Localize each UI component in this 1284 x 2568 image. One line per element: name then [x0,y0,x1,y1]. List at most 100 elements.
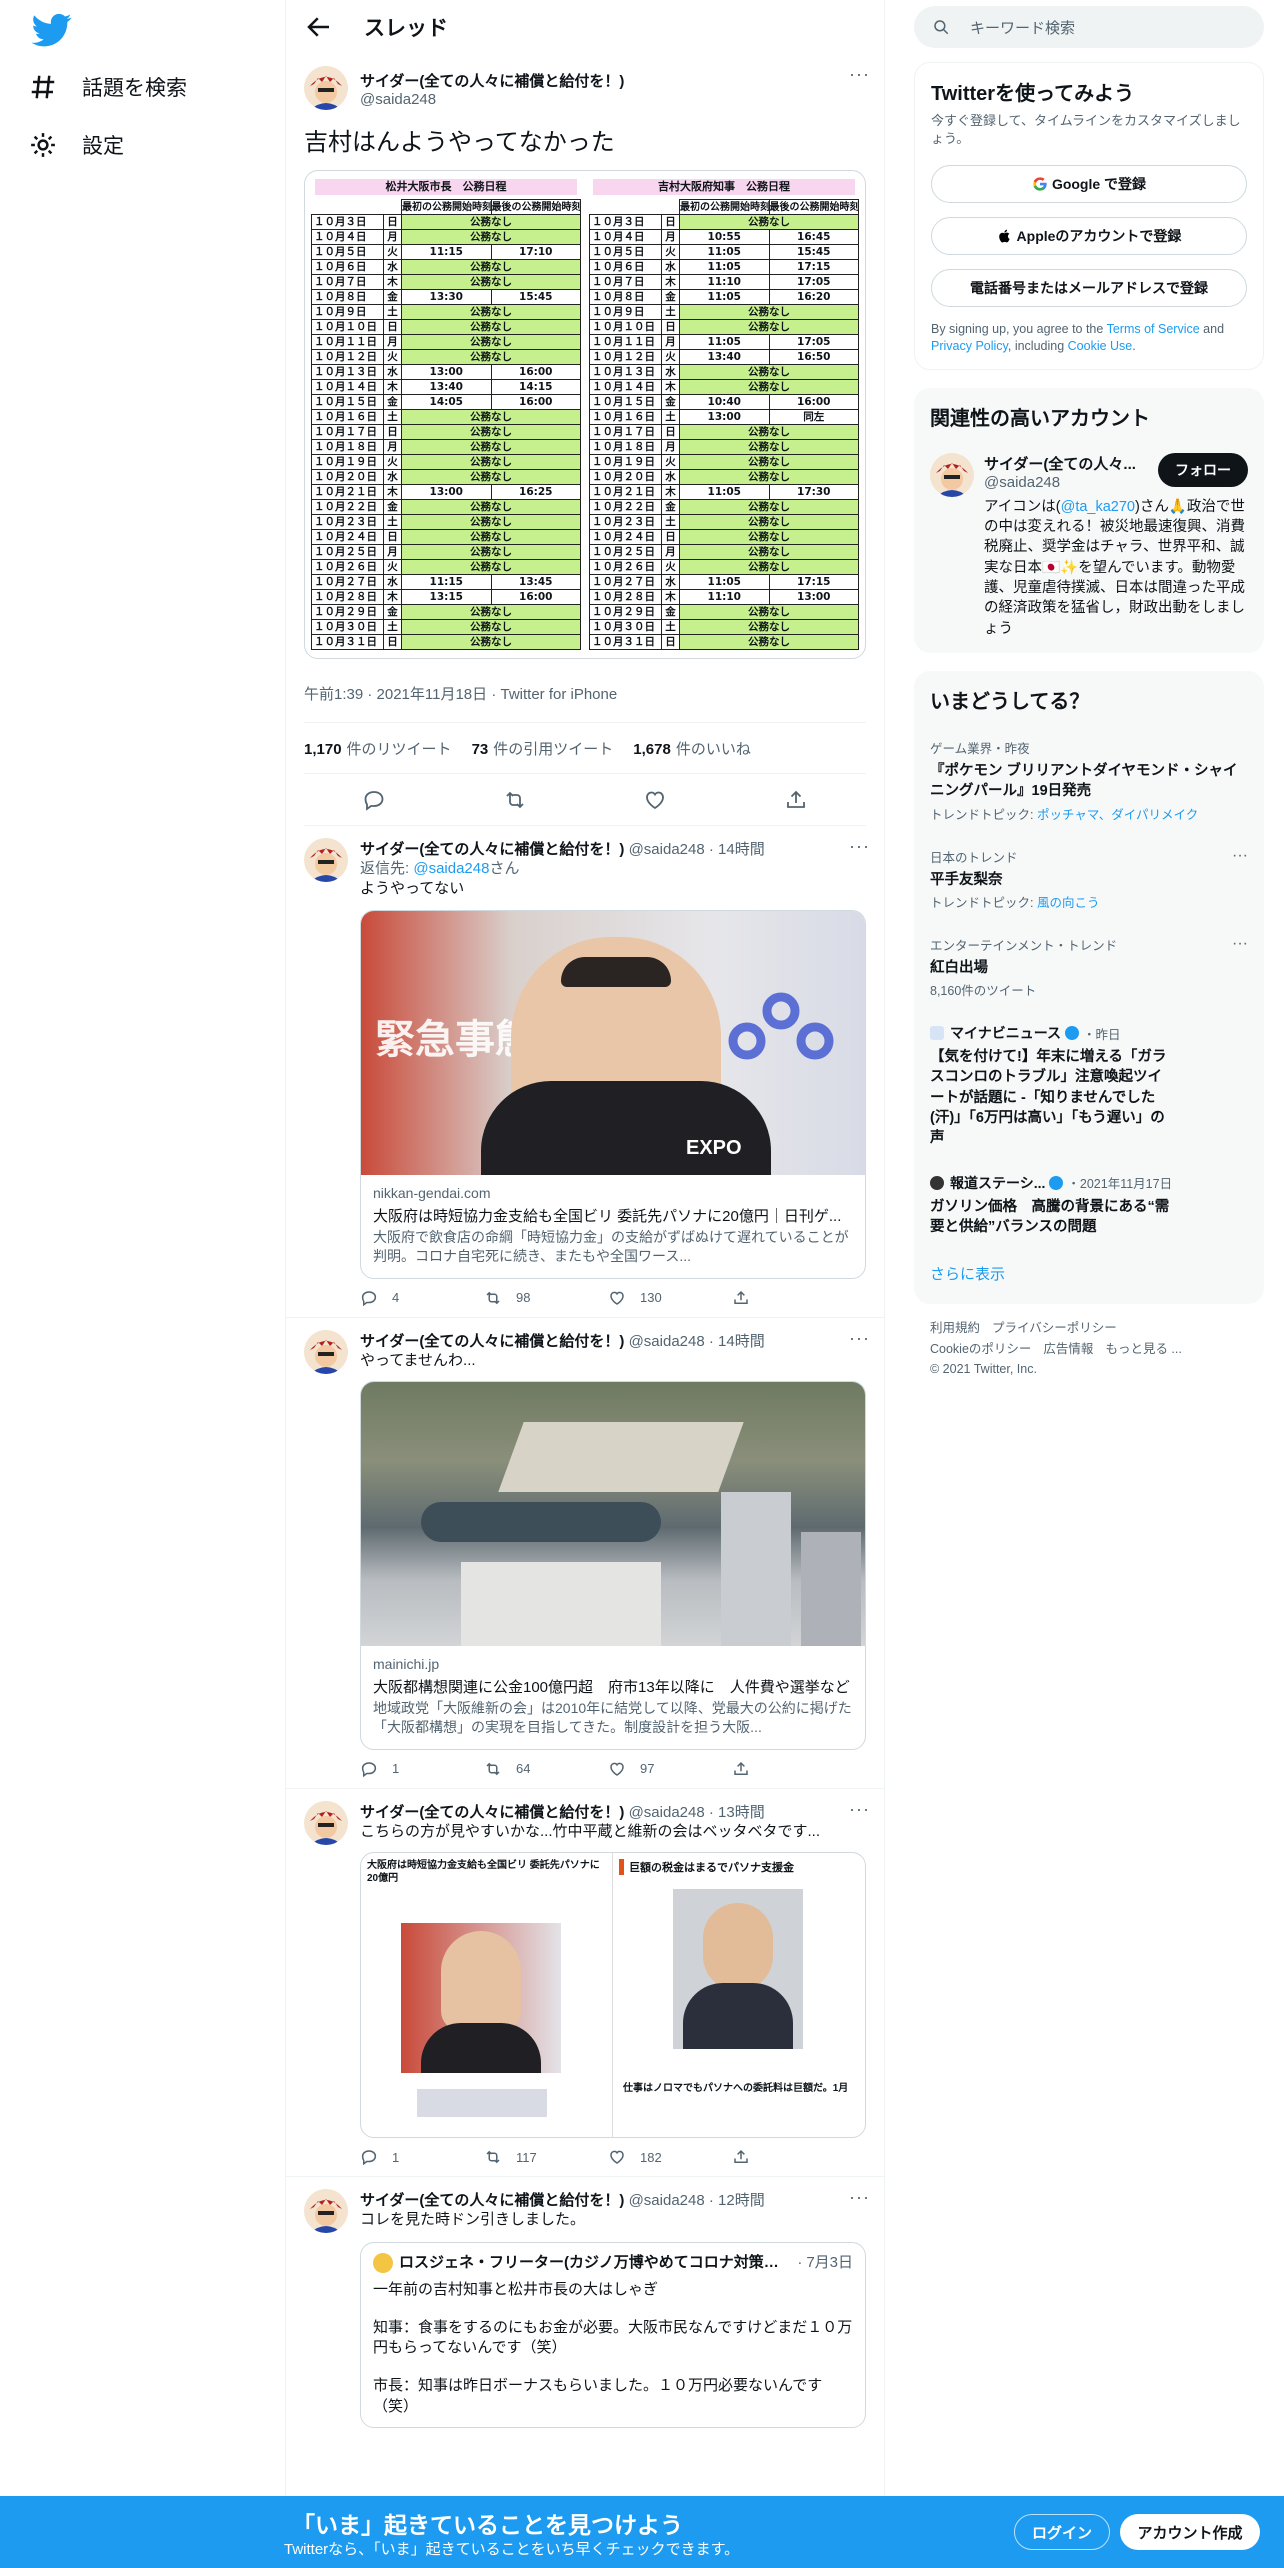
reply-button[interactable]: 4 [360,1289,484,1307]
reply-button[interactable]: 1 [360,2148,484,2166]
related-accounts-panel: 関連性の高いアカウント サイダー(全ての人々... @saida248 フォロー… [914,387,1264,653]
back-arrow-icon[interactable] [304,12,334,42]
reply-to-link[interactable]: @saida248 [413,860,489,877]
like-button[interactable]: 97 [608,1760,732,1778]
user-name[interactable]: サイダー(全ての人々に補償と給付を！) [360,2192,624,2209]
related-user-name[interactable]: サイダー(全ての人々... [984,453,1136,474]
quoted-tweet[interactable]: ロスジェネ・フリーター(カジノ万博やめてコロナ対策に... · 7月3日 一年前… [360,2242,866,2428]
quote-date[interactable]: 7月3日 [806,2253,853,2273]
privacy-link[interactable]: Privacy Policy [931,339,1008,353]
reply-icon[interactable] [362,788,386,812]
reply-tweet[interactable]: サイダー(全ての人々に補償と給付を！) @saida248 · 12時間 ···… [286,2177,884,2438]
avatar[interactable] [304,66,348,110]
avatar[interactable] [304,2189,348,2233]
related-account[interactable]: サイダー(全ての人々... @saida248 フォロー アイコンは(@ta_k… [930,452,1248,639]
share-button[interactable] [732,1760,856,1778]
user-handle[interactable]: @saida248 [629,2192,705,2209]
trend-meta-link[interactable]: 風の向こう [1037,896,1100,910]
terms-text: and [1199,322,1225,337]
like-icon[interactable] [643,788,667,812]
share-button[interactable] [732,2148,856,2166]
quote-user-name[interactable]: ロスジェネ・フリーター(カジノ万博やめてコロナ対策に... [399,2253,789,2273]
user-handle[interactable]: @saida248 [360,91,624,108]
user-name[interactable]: サイダー(全ての人々に補償と給付を！) [360,1333,624,1350]
apple-signup-button[interactable]: Appleのアカウントで登録 [931,217,1247,256]
trend-meta-link[interactable]: ポッチャマ、ダイパリメイク [1037,808,1198,822]
trend-item[interactable]: エンターテインメント・トレンド ··· 紅白出場 8,160件のツイート [930,935,1248,999]
login-button[interactable]: ログイン [1014,2514,1110,2550]
schedule-weekday: 木 [661,484,680,500]
search-input[interactable]: キーワード検索 [914,6,1264,48]
tweet-image[interactable]: 大阪府は時短協力金支給も全国ビリ 委託先パソナに20億円 巨額の税金はまるでパソ… [360,1852,866,2138]
tweet-time[interactable]: 12時間 [718,2192,765,2209]
more-options-icon[interactable]: ··· [1232,847,1248,865]
like-count[interactable]: 1,678 件のいいね [633,738,771,759]
footer-link[interactable]: Cookieのポリシー [930,1342,1031,1356]
trend-item[interactable]: ゲーム業界・昨夜 『ポケモン ブリリアントダイヤモンド・シャイニングパール』19… [930,738,1248,823]
nav-settings[interactable]: 設定 [28,120,124,170]
related-user-handle[interactable]: @saida248 [984,474,1136,491]
avatar[interactable] [304,1800,348,1845]
terms-link[interactable]: Terms of Service [1107,322,1200,336]
link-card[interactable]: mainichi.jp 大阪都構想関連に公金100億円超 府市13年以降に 人件… [360,1380,866,1750]
user-handle[interactable]: @saida248 [629,1333,705,1350]
tweet-time[interactable]: 13時間 [718,1804,765,1821]
more-options-icon[interactable]: ··· [849,2187,870,2208]
follow-button[interactable]: フォロー [1158,452,1248,487]
reply-button[interactable]: 1 [360,1760,484,1778]
show-more-link[interactable]: さらに表示 [930,1263,1248,1284]
reply-count: 1 [392,1761,400,1777]
user-handle[interactable]: @saida248 [629,841,705,858]
retweet-icon[interactable] [503,788,527,812]
link-card[interactable]: 緊急事態 EXPO nikkan-gendai.com 大阪府は時短協力金支給も… [360,909,866,1279]
footer-link[interactable]: 利用規約 [930,1321,980,1335]
schedule-row: １０月１１日月 11:05 17:05 [589,334,859,350]
schedule-image[interactable]: 松井大阪市長 公務日程 最初の公務開始時刻 最後の公務開始時刻 １０月３日日公務… [304,170,866,659]
footer-link[interactable]: 広告情報 [1043,1342,1093,1356]
nav-explore[interactable]: 話題を検索 [28,62,187,112]
google-signup-button[interactable]: Google で登録 [931,165,1247,204]
reply-tweet[interactable]: サイダー(全ての人々に補償と給付を！) @saida248 · 14時間 ···… [286,826,884,1318]
more-options-icon[interactable]: ··· [849,64,870,85]
user-handle[interactable]: @saida248 [629,1804,705,1821]
quote-count[interactable]: 73 件の引用ツイート [472,738,634,759]
more-options-icon[interactable]: ··· [849,1799,870,1820]
create-account-button[interactable]: アカウント作成 [1120,2514,1260,2550]
footer-link[interactable]: もっと見る ... [1105,1342,1181,1356]
more-options-icon[interactable]: ··· [849,836,870,857]
schedule-row: １０月３日日公務なし [589,214,859,230]
schedule-weekday: 金 [661,289,680,305]
bio-mention-link[interactable]: @ta_ka270 [1061,499,1135,515]
schedule-weekday: 火 [383,559,402,575]
reply-tweet[interactable]: サイダー(全ての人々に補償と給付を！) @saida248 · 13時間 ···… [286,1789,884,2177]
schedule-weekday: 土 [383,514,402,530]
retweet-button[interactable]: 64 [484,1760,608,1778]
user-name[interactable]: サイダー(全ての人々に補償と給付を！) [360,1804,624,1821]
news-item[interactable]: 報道ステーシ... ・2021年11月17日 ガソリン価格 高騰の背景にある“需… [930,1173,1248,1238]
emblem-icon [728,992,834,1059]
avatar[interactable] [304,838,348,882]
tweet-time[interactable]: 14時間 [718,841,765,858]
more-options-icon[interactable]: ··· [849,1328,870,1349]
like-button[interactable]: 182 [608,2148,732,2166]
avatar[interactable] [930,452,974,497]
trend-item[interactable]: 日本のトレンド ··· 平手友梨奈 トレンドトピック: 風の向こう [930,847,1248,911]
share-icon[interactable] [784,788,808,812]
footer-link[interactable]: プライバシーポリシー [992,1321,1117,1335]
cookie-link[interactable]: Cookie Use [1068,339,1133,353]
like-icon [610,2150,624,2164]
retweet-button[interactable]: 98 [484,1289,608,1307]
share-button[interactable] [732,1289,856,1307]
avatar[interactable] [304,1329,348,1374]
like-button[interactable]: 130 [608,1289,732,1307]
phone-signup-button[interactable]: 電話番号またはメールアドレスで登録 [931,269,1247,308]
twitter-bird-icon[interactable] [32,10,72,50]
more-options-icon[interactable]: ··· [1232,935,1248,953]
retweet-button[interactable]: 117 [484,2148,608,2166]
reply-tweet[interactable]: サイダー(全ての人々に補償と給付を！) @saida248 · 14時間 ···… [286,1318,884,1789]
user-name[interactable]: サイダー(全ての人々に補償と給付を！) [360,70,624,91]
user-name[interactable]: サイダー(全ての人々に補償と給付を！) [360,841,624,858]
tweet-time[interactable]: 14時間 [718,1333,765,1350]
retweet-count[interactable]: 1,170 件のリツイート [304,738,472,759]
news-item[interactable]: マイナビニュース ・昨日 【気を付けて!】年末に増える「ガラスコンロのトラブル」… [930,1023,1248,1148]
